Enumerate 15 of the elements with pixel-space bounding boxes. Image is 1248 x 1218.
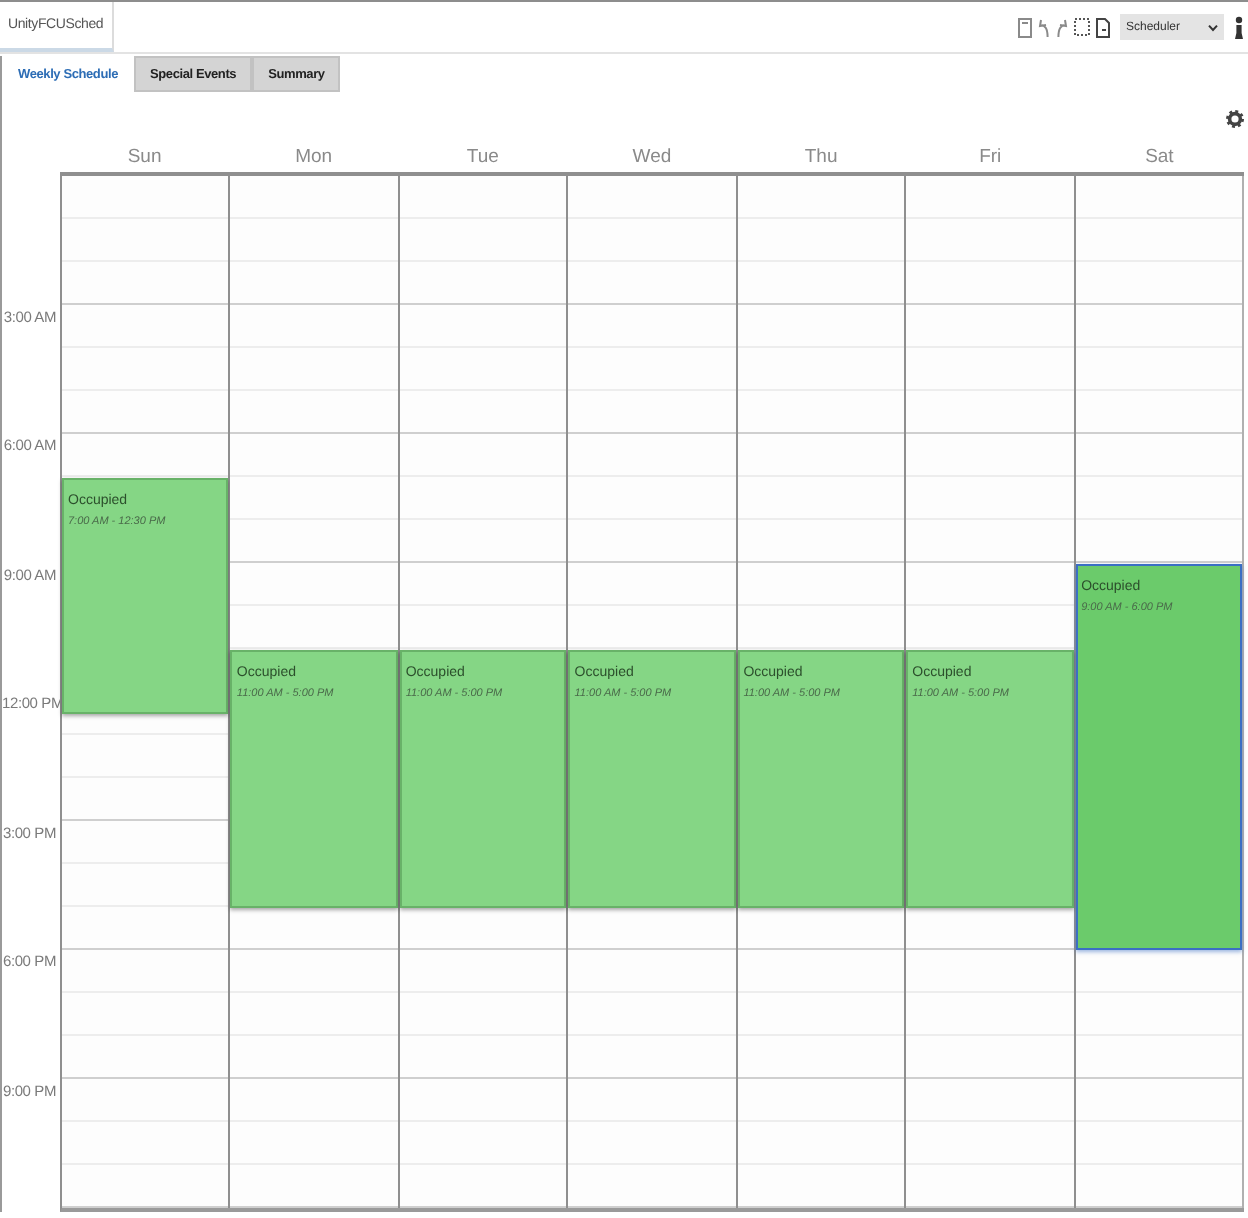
day-header: Mon <box>295 146 333 168</box>
info-icon[interactable] <box>1234 15 1244 39</box>
dotted-square-icon[interactable] <box>1074 18 1090 36</box>
redo-icon[interactable] <box>1056 17 1068 37</box>
day-header: Sun <box>127 146 162 168</box>
settings-icon[interactable] <box>1226 110 1244 128</box>
day-header: Wed <box>632 146 672 168</box>
day-header: Sat <box>1145 146 1174 168</box>
day-header: Tue <box>466 146 499 168</box>
page-icon[interactable] <box>1096 17 1110 37</box>
caret-icon <box>1208 23 1218 31</box>
day-header: Thu <box>804 146 838 168</box>
day-header: Fri <box>979 146 1002 168</box>
document-icon[interactable] <box>1018 17 1032 37</box>
undo-icon[interactable] <box>1038 17 1050 37</box>
